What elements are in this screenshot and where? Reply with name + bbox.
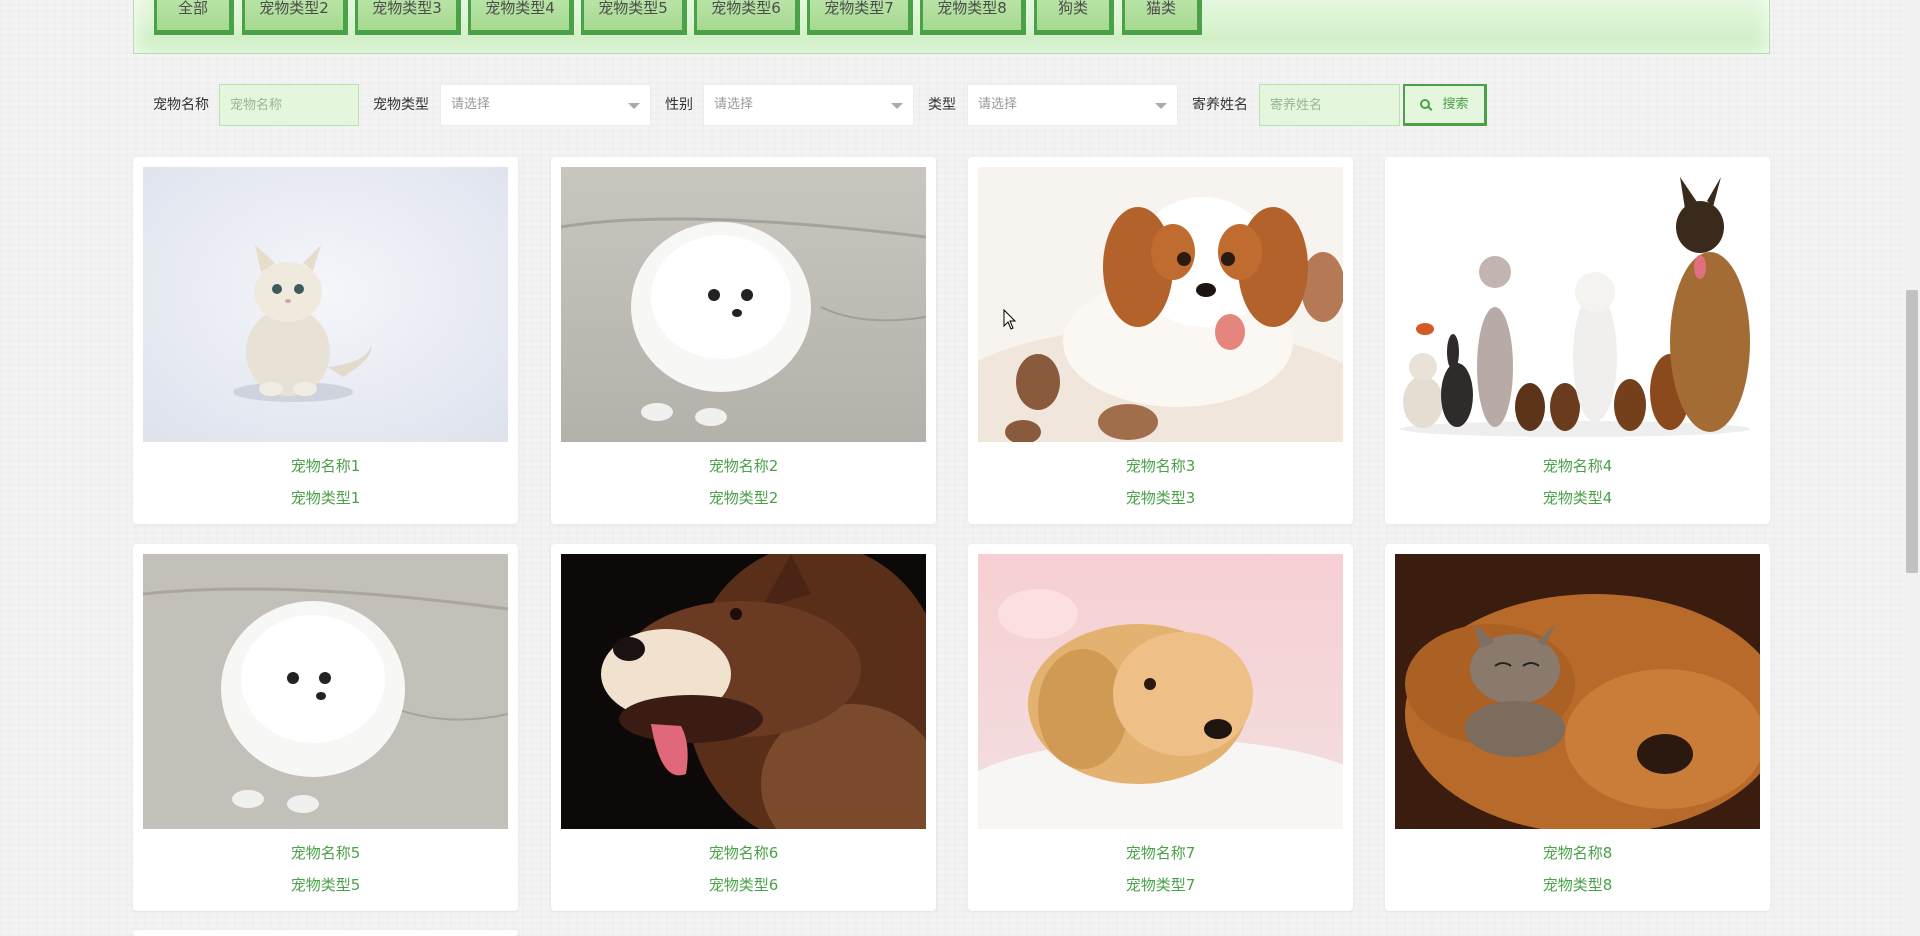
pet-image — [561, 167, 926, 442]
pet-image — [1395, 167, 1760, 442]
gender-select-value: 请选择 — [714, 97, 754, 112]
pet-type-select[interactable]: 请选择 — [440, 84, 651, 126]
pet-image — [978, 167, 1343, 442]
chevron-down-icon — [1155, 103, 1167, 109]
category-tab-all[interactable]: 全部 — [154, 0, 234, 35]
pet-type: 宠物类型2 — [708, 489, 779, 507]
search-button[interactable]: 搜索 — [1403, 84, 1487, 126]
pet-name: 宠物名称6 — [708, 844, 779, 862]
pet-type: 宠物类型4 — [1542, 489, 1613, 507]
pet-name: 宠物名称8 — [1542, 844, 1613, 862]
category-tab-type7[interactable]: 宠物类型7 — [807, 0, 913, 35]
pet-name: 宠物名称5 — [290, 844, 361, 862]
pet-name: 宠物名称4 — [1542, 457, 1613, 475]
search-bar: 宠物名称 宠物类型 请选择 性别 请选择 类型 请选择 寄养姓名 搜索 — [0, 84, 1920, 126]
foster-name-input[interactable] — [1259, 84, 1400, 126]
pet-type: 宠物类型1 — [290, 489, 361, 507]
pet-card[interactable]: 宠物名称8 宠物类型8 — [1385, 544, 1770, 911]
kind-select[interactable]: 请选择 — [967, 84, 1178, 126]
pet-image — [1395, 554, 1760, 829]
pet-card[interactable]: 宠物名称6 宠物类型6 — [551, 544, 936, 911]
category-tab-type4[interactable]: 宠物类型4 — [468, 0, 574, 35]
category-tab-type2[interactable]: 宠物类型2 — [242, 0, 348, 35]
category-tab-bar: 全部 宠物类型2 宠物类型3 宠物类型4 宠物类型5 宠物类型6 宠物类型7 宠… — [133, 0, 1770, 54]
pet-type-select-value: 请选择 — [451, 97, 491, 112]
pet-name: 宠物名称2 — [708, 457, 779, 475]
kind-label: 类型 — [928, 97, 956, 113]
pet-image — [561, 554, 926, 829]
search-button-label: 搜索 — [1442, 97, 1469, 112]
scrollbar-thumb[interactable] — [1906, 290, 1918, 573]
chevron-down-icon — [891, 103, 903, 109]
pet-card[interactable] — [133, 930, 518, 936]
pet-type: 宠物类型3 — [1125, 489, 1196, 507]
category-tab-type6[interactable]: 宠物类型6 — [694, 0, 800, 35]
category-tab-type8[interactable]: 宠物类型8 — [920, 0, 1026, 35]
pet-image — [978, 554, 1343, 829]
category-tab-dogs[interactable]: 狗类 — [1034, 0, 1114, 35]
category-tab-cats[interactable]: 猫类 — [1122, 0, 1202, 35]
pet-name: 宠物名称7 — [1125, 844, 1196, 862]
pet-card[interactable]: 宠物名称7 宠物类型7 — [968, 544, 1353, 911]
pet-image — [143, 554, 508, 829]
pet-name-label: 宠物名称 — [153, 97, 209, 113]
page-scrollbar[interactable] — [1904, 0, 1920, 936]
pet-type: 宠物类型6 — [708, 876, 779, 894]
pet-name-input[interactable] — [219, 84, 359, 126]
pet-type: 宠物类型7 — [1125, 876, 1196, 894]
pet-type: 宠物类型5 — [290, 876, 361, 894]
category-tab-type5[interactable]: 宠物类型5 — [581, 0, 687, 35]
category-tab-type3[interactable]: 宠物类型3 — [355, 0, 461, 35]
foster-name-label: 寄养姓名 — [1192, 97, 1248, 113]
pet-card[interactable]: 宠物名称2 宠物类型2 — [551, 157, 936, 524]
kind-select-value: 请选择 — [978, 97, 1018, 112]
pet-card[interactable]: 宠物名称3 宠物类型3 — [968, 157, 1353, 524]
pet-name: 宠物名称3 — [1125, 457, 1196, 475]
pet-name: 宠物名称1 — [290, 457, 361, 475]
pet-type-label: 宠物类型 — [373, 97, 429, 113]
pet-card[interactable]: 宠物名称4 宠物类型4 — [1385, 157, 1770, 524]
gender-label: 性别 — [665, 97, 693, 113]
search-icon — [1420, 98, 1431, 109]
chevron-down-icon — [628, 103, 640, 109]
gender-select[interactable]: 请选择 — [703, 84, 914, 126]
pet-image — [143, 167, 508, 442]
pet-type: 宠物类型8 — [1542, 876, 1613, 894]
pet-card[interactable]: 宠物名称5 宠物类型5 — [133, 544, 518, 911]
pet-card[interactable]: 宠物名称1 宠物类型1 — [133, 157, 518, 524]
